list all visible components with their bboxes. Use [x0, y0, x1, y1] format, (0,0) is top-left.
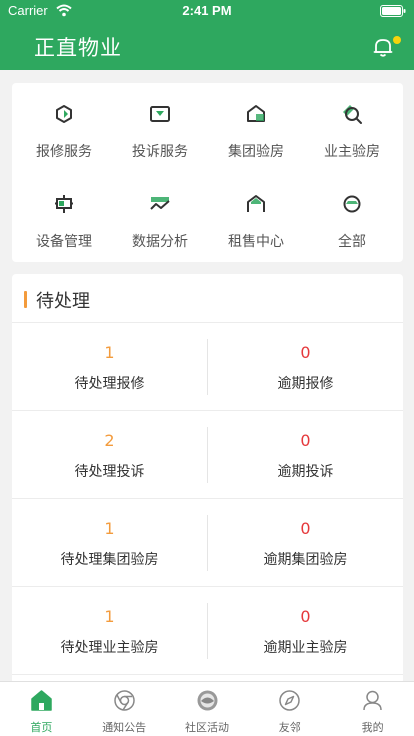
overdue-repair-cell[interactable]: 0 逾期报修 [208, 323, 403, 411]
owner-inspection-icon [343, 105, 362, 124]
profile-icon [363, 690, 382, 711]
service-label: 数据分析 [132, 234, 188, 250]
overdue-owner-inspection-cell[interactable]: 0 逾期业主验房 [208, 587, 403, 675]
home-icon [31, 690, 52, 711]
pending-label: 待处理投诉 [74, 464, 145, 480]
tab-label: 社区活动 [184, 721, 229, 734]
equipment-icon [55, 195, 73, 213]
pending-repair-cell[interactable]: 1 待处理报修 [12, 323, 207, 411]
tab-label: 首页 [30, 721, 53, 734]
overdue-label: 逾期报修 [277, 376, 334, 392]
overdue-label: 逾期集团验房 [263, 552, 348, 568]
status-time: 2:41 PM [182, 3, 232, 18]
complaint-icon [150, 106, 170, 122]
analytics-icon [150, 197, 170, 210]
tab-bar: 首页 通知公告 社区活动 友邻 我的 [0, 681, 414, 736]
section-title: 待处理 [36, 291, 90, 312]
service-complaint[interactable]: 投诉服务 [112, 83, 208, 163]
service-all[interactable]: 全部 [304, 173, 400, 253]
overdue-count: 0 [300, 519, 311, 538]
tab-label: 友邻 [278, 721, 301, 734]
service-group-inspection[interactable]: 集团验房 [208, 83, 304, 163]
tab-label: 通知公告 [102, 721, 147, 734]
repair-icon [56, 105, 72, 123]
overdue-count: 0 [300, 607, 311, 626]
service-repair[interactable]: 报修服务 [16, 83, 112, 163]
all-icon [343, 195, 361, 213]
service-label: 集团验房 [228, 144, 284, 160]
service-analytics[interactable]: 数据分析 [112, 173, 208, 253]
service-label: 租售中心 [228, 234, 284, 250]
pending-label: 待处理报修 [74, 376, 145, 392]
services-grid: 报修服务 投诉服务 集团验房 业主验房 设备管理 数据分析 租售中心 全部 [12, 83, 403, 262]
page-title: 正直物业 [34, 36, 122, 60]
pending-count: 1 [104, 519, 115, 538]
overdue-count: 0 [300, 431, 311, 450]
overdue-label: 逾期业主验房 [263, 640, 348, 656]
service-label: 业主验房 [324, 144, 380, 160]
pending-row: 1 待处理业主验房 0 逾期业主验房 [12, 587, 403, 675]
tab-home[interactable]: 首页 [0, 682, 83, 736]
overdue-count: 0 [300, 343, 311, 362]
service-equipment[interactable]: 设备管理 [16, 173, 112, 253]
pending-count: 2 [104, 431, 115, 450]
notification-dot [393, 36, 401, 44]
overdue-group-inspection-cell[interactable]: 0 逾期集团验房 [208, 499, 403, 587]
notice-icon [114, 690, 135, 711]
service-label: 报修服务 [36, 144, 92, 160]
overdue-complaint-cell[interactable]: 0 逾期投诉 [208, 411, 403, 499]
tab-notice[interactable]: 通知公告 [83, 682, 166, 736]
nav-bar: 正直物业 [0, 22, 414, 70]
battery-icon [380, 5, 406, 17]
community-icon [197, 690, 218, 711]
pending-label: 待处理业主验房 [60, 640, 159, 656]
tab-profile[interactable]: 我的 [331, 682, 414, 736]
status-bar: Carrier 2:41 PM [0, 0, 414, 22]
pending-count: 1 [104, 607, 115, 626]
pending-row: 2 待处理投诉 0 逾期投诉 [12, 411, 403, 499]
pending-complaint-cell[interactable]: 2 待处理投诉 [12, 411, 207, 499]
service-owner-inspection[interactable]: 业主验房 [304, 83, 400, 163]
pending-row: 1 待处理集团验房 0 逾期集团验房 [12, 499, 403, 587]
pending-owner-inspection-cell[interactable]: 1 待处理业主验房 [12, 587, 207, 675]
tab-neighbors[interactable]: 友邻 [248, 682, 331, 736]
compass-icon [279, 690, 301, 711]
service-label: 全部 [338, 234, 366, 250]
pending-header: 待处理 [12, 274, 403, 323]
bell-icon[interactable] [372, 36, 394, 58]
group-inspection-icon [247, 105, 265, 122]
pending-row: 1 待处理报修 0 逾期报修 [12, 323, 403, 411]
rental-icon [247, 195, 265, 212]
pending-count: 1 [104, 343, 115, 362]
service-label: 设备管理 [36, 234, 92, 250]
service-rental[interactable]: 租售中心 [208, 173, 304, 253]
tab-label: 我的 [361, 721, 384, 734]
section-marker [24, 291, 27, 308]
service-label: 投诉服务 [132, 144, 188, 160]
pending-group-inspection-cell[interactable]: 1 待处理集团验房 [12, 499, 207, 587]
overdue-label: 逾期投诉 [277, 464, 334, 480]
tab-community[interactable]: 社区活动 [166, 682, 249, 736]
pending-section: 待处理 1 待处理报修 0 逾期报修 2 待处理投诉 0 逾期投诉 1 待处理集… [12, 274, 403, 684]
pending-label: 待处理集团验房 [60, 552, 159, 568]
